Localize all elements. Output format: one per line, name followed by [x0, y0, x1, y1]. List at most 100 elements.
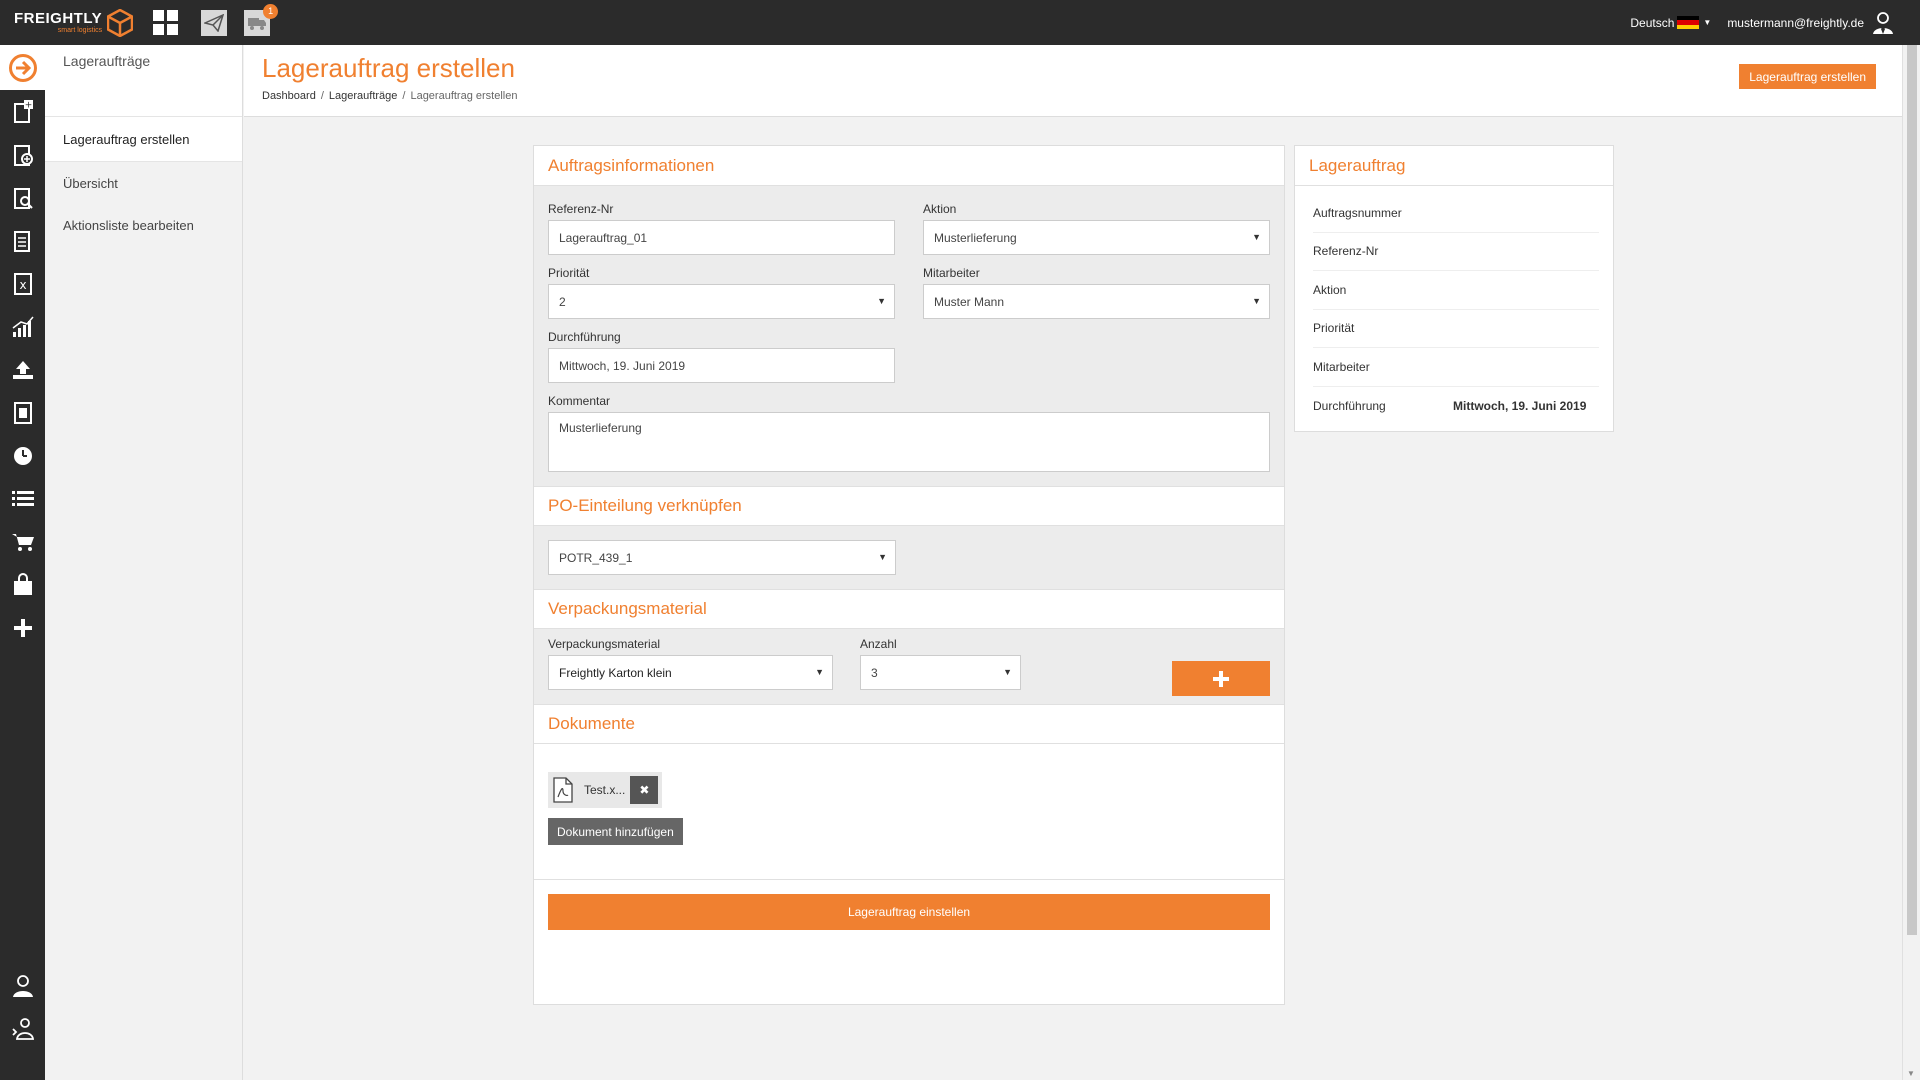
- language-label: Deutsch: [1630, 15, 1675, 30]
- durchfuehrung-datepicker[interactable]: Mittwoch, 19. Juni 2019: [548, 348, 895, 383]
- section-title-dokumente: Dokumente: [534, 704, 1284, 744]
- language-selector[interactable]: Deutsch ▼: [1630, 16, 1711, 30]
- add-document-icon[interactable]: [0, 133, 45, 176]
- document-chip[interactable]: Test.x... ✖: [548, 772, 663, 808]
- prioritaet-value: 2: [559, 294, 566, 309]
- sidebar-item-uebersicht[interactable]: Übersicht: [45, 162, 242, 204]
- order-form-card: Auftragsinformationen Referenz-Nr Lagera…: [533, 145, 1285, 1005]
- chevron-down-icon: ▼: [1252, 232, 1261, 242]
- summary-row-durchfuehrung: Durchführung Mittwoch, 19. Juni 2019: [1313, 387, 1599, 426]
- referenz-label: Referenz-Nr: [548, 202, 614, 216]
- chevron-down-icon: ▼: [1252, 296, 1261, 306]
- sidebar-nav: Lageraufträge Lagerauftrag erstellen Übe…: [45, 45, 243, 1080]
- kommentar-textarea[interactable]: Musterlieferung: [548, 412, 1270, 472]
- notification-badge: 1: [263, 3, 279, 19]
- summary-key: Referenz-Nr: [1313, 244, 1379, 259]
- mitarbeiter-label: Mitarbeiter: [923, 266, 980, 280]
- anzahl-label: Anzahl: [860, 637, 897, 651]
- chevron-down-icon: ▼: [815, 667, 824, 677]
- top-bar: FREIGHTLY smart logistics 1 Deutsch ▼ mu…: [0, 0, 1920, 45]
- summary-key: Priorität: [1313, 321, 1355, 336]
- kommentar-label: Kommentar: [548, 394, 611, 408]
- sidebar-item-lagerauftrag-erstellen[interactable]: Lagerauftrag erstellen: [45, 117, 242, 162]
- section-verpackungsmaterial: Verpackungsmaterial Freightly Karton kle…: [534, 629, 1284, 704]
- plus-icon[interactable]: [0, 606, 45, 649]
- summary-row-referenz: Referenz-Nr: [1313, 233, 1599, 271]
- brand-tagline: smart logistics: [57, 27, 103, 34]
- document-list-icon[interactable]: [0, 219, 45, 262]
- sidebar-item-aktionsliste[interactable]: Aktionsliste bearbeiten: [45, 204, 242, 246]
- sidebar-item-label: Aktionsliste bearbeiten: [63, 217, 194, 233]
- german-flag-icon: [1677, 16, 1700, 29]
- mitarbeiter-value: Muster Mann: [934, 294, 1005, 309]
- breadcrumb-lagerauftraege[interactable]: Lageraufträge: [329, 90, 398, 102]
- scroll-down-icon[interactable]: ▼: [1907, 1069, 1915, 1078]
- breadcrumb-dashboard[interactable]: Dashboard: [262, 90, 316, 102]
- chevron-down-icon: ▼: [1003, 667, 1012, 677]
- summary-row-prioritaet: Priorität: [1313, 310, 1599, 348]
- summary-key: Aktion: [1313, 282, 1347, 297]
- remove-document-icon[interactable]: ✖: [630, 776, 659, 804]
- breadcrumb: Dashboard / Lageraufträge / Lagerauftrag e…: [262, 90, 518, 102]
- add-document-button[interactable]: Dokument hinzufügen: [548, 818, 683, 845]
- send-icon[interactable]: [201, 9, 228, 36]
- cart-icon[interactable]: [0, 520, 45, 563]
- svg-text:+: +: [24, 100, 32, 110]
- aktion-label: Aktion: [923, 202, 957, 216]
- cube-icon: [107, 8, 134, 37]
- new-shipment-icon[interactable]: +: [0, 90, 45, 133]
- user-icon[interactable]: [0, 964, 45, 1007]
- arrow-right-circle-icon: [8, 53, 37, 82]
- summary-key: Durchführung: [1313, 398, 1386, 413]
- grid-icon[interactable]: [151, 8, 181, 38]
- breadcrumb-current: Lagerauftrag erstellen: [410, 90, 518, 102]
- scrollbar-thumb[interactable]: [1907, 45, 1917, 935]
- prioritaet-label: Priorität: [548, 266, 590, 280]
- scrollbar[interactable]: ▼: [1902, 45, 1920, 1080]
- sidebar-header: Lageraufträge: [45, 45, 242, 117]
- aktion-value: Musterlieferung: [934, 230, 1017, 245]
- chart-icon[interactable]: [0, 305, 45, 348]
- create-order-button[interactable]: Lagerauftrag erstellen: [1739, 64, 1876, 89]
- brand-name: FREIGHTLY: [14, 10, 103, 27]
- sidebar-item-label: Übersicht: [63, 175, 118, 191]
- anzahl-select[interactable]: 3 ▼: [860, 655, 1021, 690]
- section-title-po-einteilung: PO-Einteilung verknüpfen: [534, 486, 1284, 526]
- summary-row-aktion: Aktion: [1313, 271, 1599, 310]
- summary-value: Mittwoch, 19. Juni 2019: [1453, 398, 1587, 413]
- referenz-input[interactable]: Lagerauftrag_01: [548, 220, 895, 255]
- icon-rail: + x: [0, 45, 45, 1080]
- list-icon[interactable]: [0, 477, 45, 520]
- user-email[interactable]: mustermann@freightly.de: [1727, 16, 1864, 30]
- po-value: POTR_439_1: [559, 550, 633, 565]
- po-select[interactable]: POTR_439_1 ▼: [548, 540, 896, 575]
- section-po-einteilung: POTR_439_1 ▼: [534, 526, 1284, 589]
- user-avatar-icon[interactable]: [1872, 11, 1894, 35]
- aktion-select[interactable]: Musterlieferung ▼: [923, 220, 1270, 255]
- order-summary-card: Lagerauftrag Auftragsnummer Referenz-Nr …: [1294, 145, 1614, 432]
- user-switch-icon[interactable]: [0, 1007, 45, 1050]
- summary-title: Lagerauftrag: [1295, 146, 1613, 186]
- add-packaging-button[interactable]: [1172, 661, 1270, 696]
- excel-icon[interactable]: x: [0, 262, 45, 305]
- section-title-verpackungsmaterial: Verpackungsmaterial: [534, 589, 1284, 629]
- submit-order-button[interactable]: Lagerauftrag einstellen: [548, 894, 1270, 930]
- mitarbeiter-select[interactable]: Muster Mann ▼: [923, 284, 1270, 319]
- truck-icon[interactable]: 1: [244, 3, 279, 36]
- bag-icon[interactable]: [0, 563, 45, 606]
- invoice-icon[interactable]: [0, 391, 45, 434]
- section-dokumente: Test.x... ✖ Dokument hinzufügen: [534, 744, 1284, 880]
- prioritaet-select[interactable]: 2 ▼: [548, 284, 895, 319]
- chevron-down-icon: ▼: [878, 552, 887, 562]
- clock-icon[interactable]: [0, 434, 45, 477]
- summary-row-auftragsnummer: Auftragsnummer: [1313, 194, 1599, 233]
- durchfuehrung-label: Durchführung: [548, 330, 621, 344]
- rail-toggle[interactable]: [0, 45, 45, 90]
- document-search-icon[interactable]: [0, 176, 45, 219]
- verpackung-select[interactable]: Freightly Karton klein ▼: [548, 655, 833, 690]
- svg-text:x: x: [19, 278, 26, 292]
- summary-row-mitarbeiter: Mitarbeiter: [1313, 348, 1599, 387]
- brand-logo[interactable]: FREIGHTLY smart logistics: [14, 8, 134, 37]
- upload-icon[interactable]: [0, 348, 45, 391]
- section-auftragsinformationen: Referenz-Nr Lagerauftrag_01 Aktion Muste…: [534, 186, 1284, 486]
